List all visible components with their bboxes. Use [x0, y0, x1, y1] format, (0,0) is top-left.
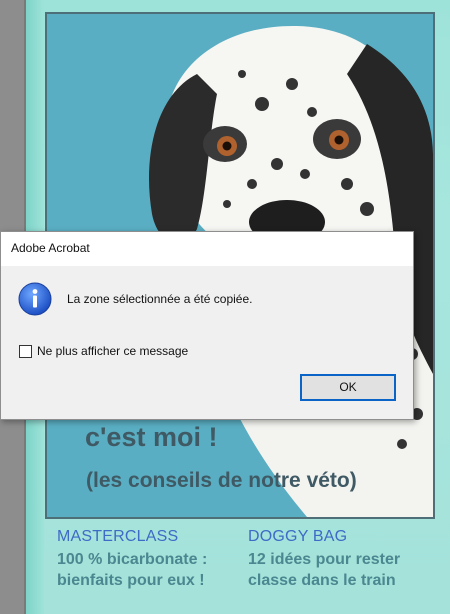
dialog-title: Adobe Acrobat: [11, 241, 90, 255]
dialog-message: La zone sélectionnée a été copiée.: [67, 292, 253, 306]
teaser-body: 12 idées pour rester classe dans le trai…: [248, 549, 448, 591]
acrobat-message-dialog: Adobe Acrobat La zone sélectionnée a été…: [0, 231, 414, 420]
info-icon: [18, 282, 52, 316]
dont-show-again-checkbox[interactable]: [19, 344, 32, 358]
hero-heading: c'est moi !: [85, 422, 218, 452]
teaser-masterclass: MASTERCLASS 100 % bicarbonate : bienfait…: [57, 528, 247, 591]
teaser-title: MASTERCLASS: [57, 528, 179, 545]
teaser-body: 100 % bicarbonate : bienfaits pour eux !: [57, 549, 247, 591]
dialog-message-row: La zone sélectionnée a été copiée.: [18, 282, 252, 316]
teaser-title: DOGGY BAG: [248, 528, 348, 545]
teaser-body-line: 12 idées pour rester: [248, 551, 401, 568]
teaser-body-line: 100 % bicarbonate :: [57, 551, 208, 568]
hero-subheading: (les conseils de notre véto): [86, 469, 357, 492]
teaser-body-line: classe dans le train: [248, 572, 396, 589]
teaser-doggy-bag: DOGGY BAG 12 idées pour rester classe da…: [248, 528, 448, 591]
teaser-body-line: bienfaits pour eux !: [57, 572, 205, 589]
dont-show-again-row[interactable]: Ne plus afficher ce message: [19, 344, 188, 358]
ok-button[interactable]: OK: [300, 374, 396, 401]
teaser-row: MASTERCLASS 100 % bicarbonate : bienfait…: [26, 528, 450, 614]
dialog-titlebar[interactable]: Adobe Acrobat: [1, 232, 413, 266]
dont-show-again-label[interactable]: Ne plus afficher ce message: [37, 344, 188, 358]
